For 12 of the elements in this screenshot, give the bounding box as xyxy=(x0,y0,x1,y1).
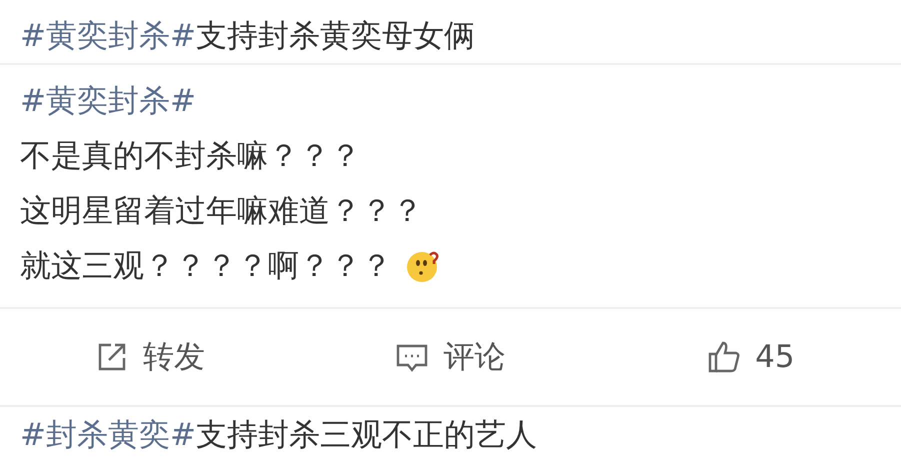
hashtag-link[interactable]: #封杀黄奕# xyxy=(20,414,196,456)
hashtag-link[interactable]: #黄奕封杀# xyxy=(20,80,196,122)
post-text: 支持封杀黄奕母女俩 xyxy=(196,16,475,56)
share-button[interactable]: 转发 xyxy=(0,336,300,378)
post-text: 不是真的不封杀嘛？？？ xyxy=(20,136,361,176)
hashtag-link[interactable]: #黄奕封杀# xyxy=(20,14,196,56)
comment-button[interactable]: 评论 xyxy=(300,336,601,378)
post-text: 支持封杀三观不正的艺人 xyxy=(196,416,537,454)
thumbs-up-icon xyxy=(707,340,742,374)
post-text: 这明星留着过年嘛难道？？？ xyxy=(20,192,423,230)
like-button[interactable]: 45 xyxy=(600,339,901,375)
post-text: 就这三观？？？？啊？？？ xyxy=(20,246,392,286)
